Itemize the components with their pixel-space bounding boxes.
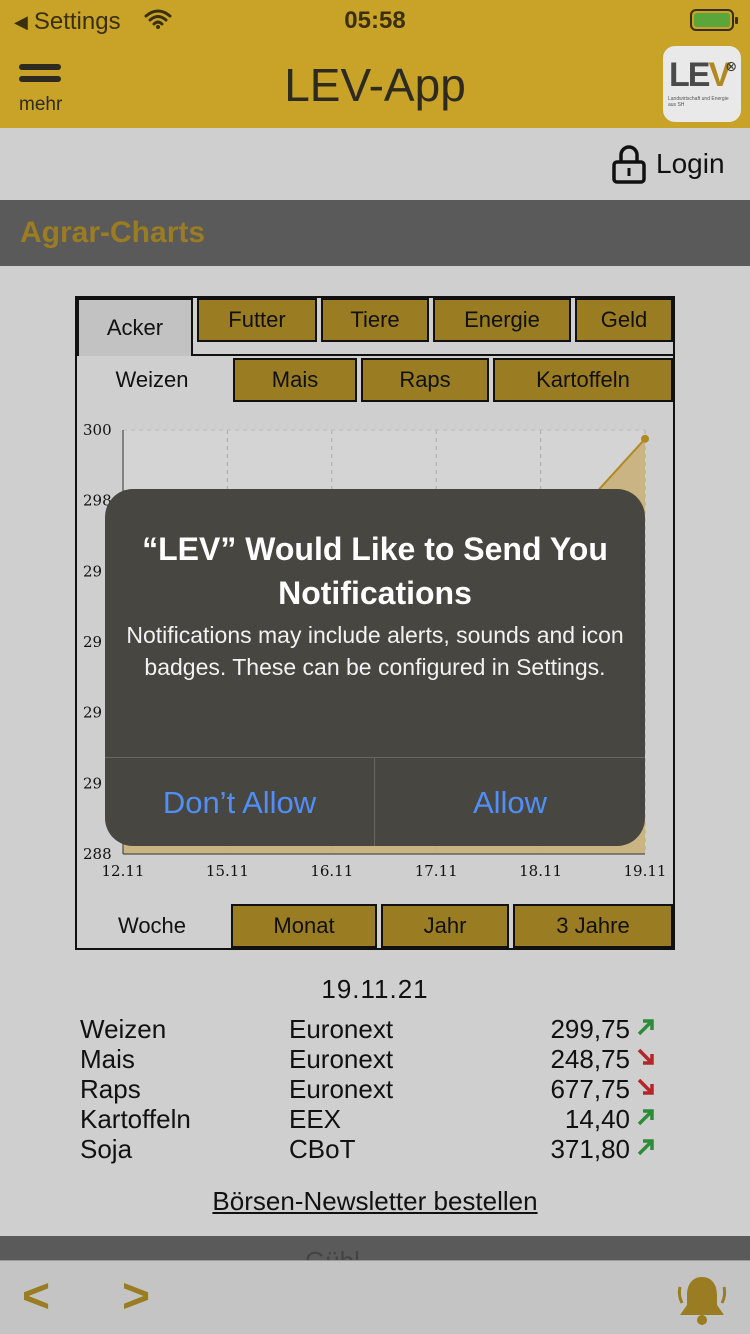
trend-up-icon bbox=[637, 1109, 654, 1126]
product-tabs: Weizen Mais Raps Kartoffeln bbox=[77, 356, 673, 404]
x-tick-label: 19.11 bbox=[624, 862, 667, 880]
footer-strip: Gübl bbox=[0, 1236, 750, 1260]
section-title: Agrar-Charts bbox=[20, 216, 206, 249]
trend-down-icon bbox=[637, 1048, 654, 1065]
app-title: LEV-App bbox=[284, 59, 466, 111]
tab-monat[interactable]: Monat bbox=[231, 904, 377, 948]
tab-tiere[interactable]: Tiere bbox=[321, 298, 429, 342]
tab-raps[interactable]: Raps bbox=[361, 358, 489, 402]
quote-row: Mais Euronext 248,75 bbox=[80, 1044, 670, 1074]
quote-market: Euronext bbox=[289, 1074, 394, 1104]
quote-value: 14,40 bbox=[564, 1104, 630, 1134]
x-tick-label: 17.11 bbox=[415, 862, 458, 880]
clock: 05:58 bbox=[344, 7, 406, 34]
y-tick-label: 300 bbox=[83, 421, 112, 439]
y-tick-label: 29 bbox=[83, 774, 102, 792]
lev-logo[interactable]: LEV ⊗ Landwirtschaft und Energie aus SH bbox=[663, 46, 741, 122]
tab-weizen[interactable]: Weizen bbox=[77, 358, 227, 402]
trend-down-icon bbox=[637, 1078, 654, 1095]
quote-value: 299,75 bbox=[550, 1014, 630, 1044]
forward-button[interactable]: > bbox=[122, 1269, 150, 1324]
bell-icon[interactable] bbox=[674, 1271, 730, 1327]
quote-date: 19.11.21 bbox=[321, 974, 429, 1004]
logo-mark: LEV bbox=[669, 56, 731, 94]
alert-title: “LEV” Would Like to Send You Notificatio… bbox=[142, 531, 608, 611]
bottom-toolbar: < > bbox=[0, 1260, 750, 1334]
quote-value: 677,75 bbox=[550, 1074, 630, 1104]
lock-icon bbox=[612, 145, 646, 184]
tab-futter[interactable]: Futter bbox=[197, 298, 317, 342]
quote-row: Raps Euronext 677,75 bbox=[80, 1074, 670, 1104]
status-bar: ◀ Settings 05:58 bbox=[0, 0, 750, 40]
newsletter-link[interactable]: Börsen-Newsletter bestellen bbox=[0, 1186, 750, 1217]
quote-name: Weizen bbox=[80, 1014, 167, 1044]
quote-market: CBoT bbox=[289, 1134, 356, 1164]
quote-row: Weizen Euronext 299,75 bbox=[80, 1014, 670, 1044]
period-tabs: Woche Monat Jahr 3 Jahre bbox=[77, 904, 673, 948]
trend-up-icon bbox=[637, 1019, 654, 1036]
trend-up-icon bbox=[637, 1139, 654, 1156]
quote-name: Kartoffeln bbox=[80, 1104, 191, 1134]
tab-kartoffeln[interactable]: Kartoffeln bbox=[493, 358, 673, 402]
footer-strip-text: Gübl bbox=[305, 1246, 360, 1260]
tab-woche[interactable]: Woche bbox=[77, 904, 227, 948]
tab-acker[interactable]: Acker bbox=[77, 298, 193, 356]
alert-message: Notifications may include alerts, sounds… bbox=[126, 622, 624, 680]
tab-energie[interactable]: Energie bbox=[433, 298, 571, 342]
data-point bbox=[641, 434, 649, 443]
logo-tagline: Landwirtschaft und Energie aus SH bbox=[668, 96, 729, 108]
tab-3-jahre[interactable]: 3 Jahre bbox=[513, 904, 673, 948]
battery-icon bbox=[690, 9, 738, 31]
quote-row: Kartoffeln EEX 14,40 bbox=[80, 1104, 670, 1134]
quote-row: Soja CBoT 371,80 bbox=[80, 1134, 670, 1164]
login-button[interactable]: Login bbox=[612, 142, 725, 186]
tab-geld[interactable]: Geld bbox=[575, 298, 673, 342]
x-tick-label: 15.11 bbox=[206, 862, 249, 880]
y-tick-label: 29 bbox=[83, 633, 102, 651]
tab-mais[interactable]: Mais bbox=[233, 358, 357, 402]
quote-table: Weizen Euronext 299,75 Mais Euronext 248,75 Ra… bbox=[80, 1014, 670, 1164]
quote-value: 248,75 bbox=[550, 1044, 630, 1074]
quote-market: Euronext bbox=[289, 1014, 394, 1044]
dont-allow-button[interactable]: Don’t Allow bbox=[105, 758, 375, 846]
login-label: Login bbox=[656, 148, 725, 179]
notification-permission-alert: “LEV” Would Like to Send You Notificatio… bbox=[105, 489, 645, 846]
quote-value: 371,80 bbox=[550, 1134, 630, 1164]
quote-market: EEX bbox=[289, 1104, 342, 1134]
x-tick-label: 18.11 bbox=[519, 862, 562, 880]
tab-jahr[interactable]: Jahr bbox=[381, 904, 509, 948]
quote-name: Raps bbox=[80, 1074, 141, 1104]
app-header: mehr LEV-App LEV ⊗ Landwirtschaft und En… bbox=[0, 40, 750, 128]
y-tick-label: 288 bbox=[83, 845, 112, 863]
close-icon: ⊗ bbox=[725, 58, 737, 74]
allow-button[interactable]: Allow bbox=[375, 758, 645, 846]
x-tick-label: 12.11 bbox=[102, 862, 145, 880]
alert-buttons: Don’t Allow Allow bbox=[105, 757, 645, 846]
y-tick-label: 29 bbox=[83, 704, 102, 722]
quote-name: Mais bbox=[80, 1044, 135, 1074]
category-tabs: Acker Futter Tiere Energie Geld bbox=[77, 298, 673, 356]
back-button[interactable]: < bbox=[22, 1269, 50, 1324]
quote-name: Soja bbox=[80, 1134, 133, 1164]
section-header: Agrar-Charts bbox=[0, 200, 750, 266]
x-tick-label: 16.11 bbox=[310, 862, 353, 880]
quote-market: Euronext bbox=[289, 1044, 394, 1074]
y-tick-label: 29 bbox=[83, 562, 102, 580]
